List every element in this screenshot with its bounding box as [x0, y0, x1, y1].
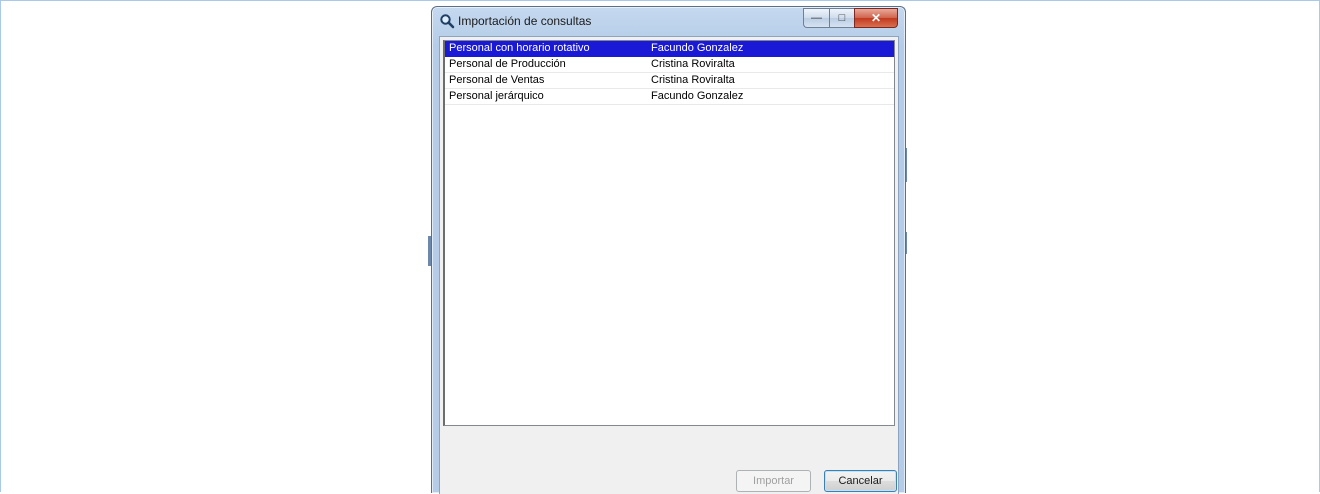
maximize-icon: □ [838, 12, 846, 24]
import-button[interactable]: Importar [736, 470, 811, 492]
queries-list[interactable]: Personal con horario rotativo Facundo Go… [443, 40, 895, 426]
list-item[interactable]: Personal de Producción Cristina Roviralt… [445, 57, 894, 73]
close-icon: ✕ [870, 11, 882, 25]
cancel-button[interactable]: Cancelar [824, 470, 897, 492]
minimize-button[interactable]: — [803, 8, 829, 28]
import-button-label: Importar [753, 475, 794, 487]
minimize-icon: — [811, 12, 822, 24]
query-name: Personal jerárquico [449, 90, 544, 102]
dialog-body: Personal con horario rotativo Facundo Go… [439, 36, 899, 494]
query-owner: Facundo Gonzalez [651, 90, 744, 102]
query-name: Personal de Producción [449, 58, 566, 70]
search-icon [439, 13, 455, 29]
maximize-button[interactable]: □ [829, 8, 854, 28]
query-owner: Cristina Roviralta [651, 58, 735, 70]
list-item[interactable]: Personal con horario rotativo Facundo Go… [445, 41, 894, 57]
window-title: Importación de consultas [458, 14, 592, 28]
title-bar[interactable]: Importación de consultas — □ ✕ [432, 7, 905, 34]
list-item[interactable]: Personal de Ventas Cristina Roviralta [445, 73, 894, 89]
query-name: Personal de Ventas [449, 74, 545, 86]
cancel-button-label: Cancelar [838, 475, 883, 487]
query-name: Personal con horario rotativo [449, 42, 590, 54]
list-item[interactable]: Personal jerárquico Facundo Gonzalez [445, 89, 894, 105]
close-button[interactable]: ✕ [854, 8, 898, 28]
import-queries-dialog: Importación de consultas — □ ✕ Personal … [431, 6, 906, 494]
caption-buttons: — □ ✕ [803, 8, 898, 28]
query-owner: Facundo Gonzalez [651, 42, 744, 54]
query-owner: Cristina Roviralta [651, 74, 735, 86]
